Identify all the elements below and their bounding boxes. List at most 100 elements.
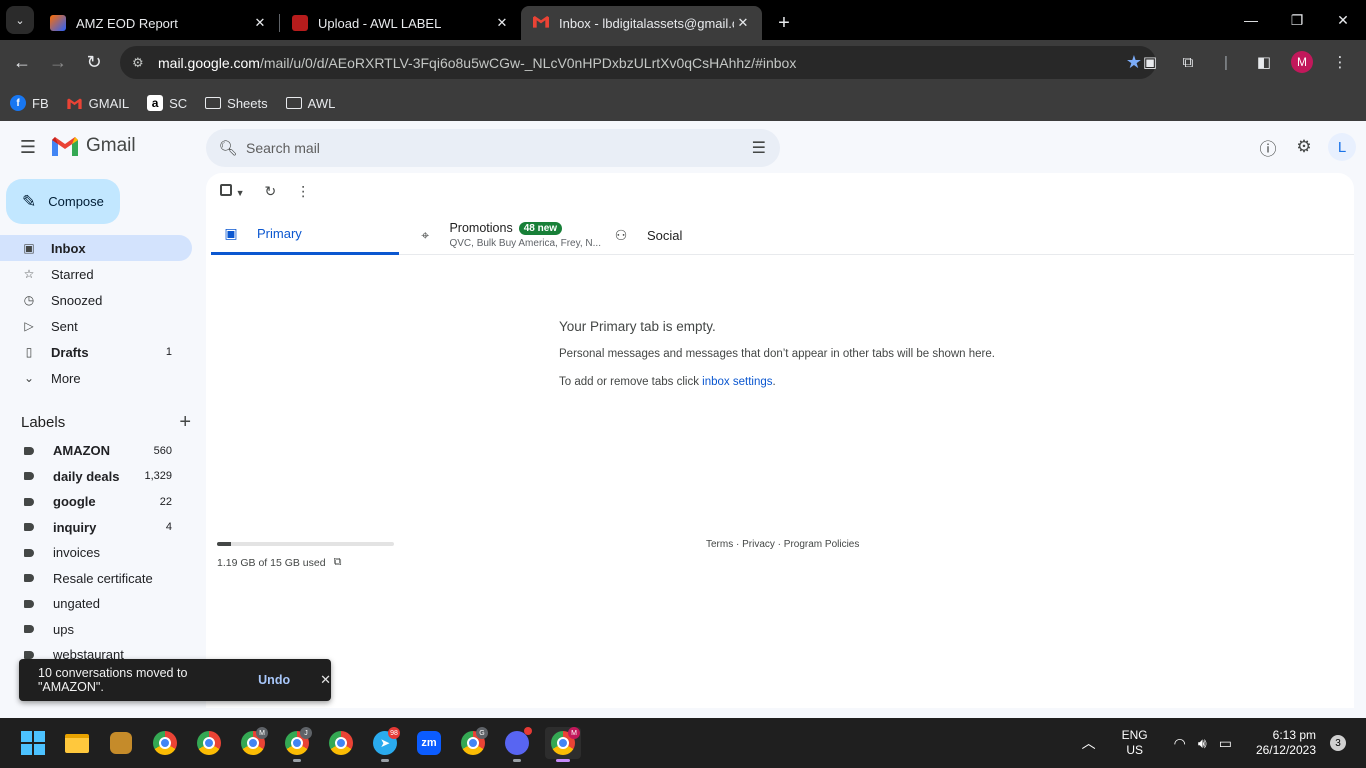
site-info-icon[interactable]: ⚙ — [132, 55, 150, 71]
side-panel-icon[interactable]: ◧ — [1248, 44, 1280, 80]
inbox-tab-icon: ▣ — [224, 225, 238, 241]
storage-text: 1.19 GB of 15 GB used — [217, 556, 326, 569]
label-item-ungated[interactable]: ungated — [0, 591, 192, 617]
close-snackbar-icon[interactable]: ✕ — [320, 672, 331, 688]
label-item-invoices[interactable]: invoices — [0, 540, 192, 566]
screenshot-icon[interactable]: ▣ — [1134, 44, 1166, 80]
gmail-favicon-icon — [533, 15, 549, 31]
browser-menu-icon[interactable]: ⋮ — [1324, 44, 1356, 80]
close-window-icon[interactable]: ✕ — [1320, 0, 1366, 40]
browser-tab-amz-eod-report[interactable]: AMZ EOD Report ✕ — [38, 6, 279, 40]
inbox-settings-link[interactable]: inbox settings — [702, 376, 772, 388]
profile-button[interactable]: M — [1286, 44, 1318, 80]
address-bar[interactable]: ⚙ mail.google.com/mail/u/0/d/AEoRXRTLV-3… — [120, 46, 1156, 79]
zoom-icon[interactable]: zm — [413, 727, 445, 759]
tab-promotions[interactable]: ⌖ Promotions 48 new QVC, Bulk Buy Americ… — [399, 215, 601, 255]
report-favicon-icon — [50, 15, 66, 31]
new-tab-icon[interactable]: + — [770, 6, 798, 40]
restore-icon[interactable]: ❐ — [1274, 0, 1320, 40]
battery-icon[interactable]: ▭ — [1219, 735, 1232, 752]
search-input[interactable] — [246, 140, 726, 156]
chrome-profile-6[interactable]: G — [457, 727, 489, 759]
tab-primary[interactable]: ▣ Primary — [211, 215, 399, 255]
tab-search-chevron-icon[interactable]: ⌄ — [6, 6, 34, 34]
bookmark-gmail[interactable]: GMAIL — [67, 95, 129, 111]
label-item-inquiry[interactable]: inquiry 4 — [0, 515, 192, 541]
label-item-daily-deals[interactable]: daily deals 1,329 — [0, 464, 192, 490]
bookmark-sheets[interactable]: Sheets — [205, 96, 268, 111]
extensions-icon[interactable]: ⧉ — [1172, 44, 1204, 80]
more-vertical-icon[interactable]: ⋮ — [296, 183, 310, 200]
sidebar-nav: ▣ Inbox ☆ Starred ◷ Snoozed ▷ Sent ▯ Dra… — [0, 235, 204, 391]
create-label-plus-icon[interactable]: + — [179, 411, 191, 434]
tab-title: AMZ EOD Report — [76, 15, 178, 31]
telegram-icon[interactable]: ➤ 98 — [369, 727, 401, 762]
language-indicator[interactable]: ENG US — [1122, 728, 1148, 758]
chrome-profile-4[interactable]: J — [281, 727, 313, 762]
open-external-icon[interactable]: ⧉ — [334, 556, 342, 569]
undo-button[interactable]: Undo — [258, 673, 290, 687]
wifi-icon[interactable]: ◠ — [1174, 735, 1186, 752]
label-item-google[interactable]: google 22 — [0, 489, 192, 515]
discord-icon[interactable] — [501, 727, 533, 762]
url-text[interactable]: mail.google.com/mail/u/0/d/AEoRXRTLV-3Fq… — [158, 55, 796, 71]
browser-tab-awl-label[interactable]: Upload - AWL LABEL ✕ — [280, 6, 521, 40]
tab-title: Inbox - lbdigitalassets@gmail.com — [559, 15, 734, 31]
draft-icon: ▯ — [25, 345, 33, 359]
footer-links[interactable]: Terms · Privacy · Program Policies — [706, 539, 859, 550]
search-options-icon[interactable]: ☰ — [752, 138, 766, 158]
start-button[interactable] — [17, 727, 49, 759]
file-explorer-icon[interactable] — [61, 727, 93, 759]
window-controls: — ❐ ✕ — [1228, 0, 1366, 40]
reload-icon[interactable]: ↻ — [76, 45, 112, 81]
back-arrow-icon[interactable]: ← — [4, 45, 40, 81]
label-item-amazon[interactable]: AMAZON 560 — [0, 438, 192, 464]
sidebar-item-starred[interactable]: ☆ Starred — [0, 261, 192, 287]
chrome-profile-2[interactable] — [193, 727, 225, 759]
main-menu-icon[interactable]: ☰ — [16, 135, 40, 159]
snackbar-message: 10 conversations moved to "AMAZON". — [38, 666, 188, 694]
chrome-profile-5[interactable] — [325, 727, 357, 759]
clock[interactable]: 6:13 pm 26/12/2023 — [1256, 728, 1316, 758]
compose-button[interactable]: ✎ Compose — [6, 179, 120, 224]
search-icon[interactable]: 🔍︎ — [210, 139, 246, 157]
close-tab-icon[interactable]: ✕ — [734, 15, 752, 31]
select-checkbox[interactable]: ▼ — [220, 183, 245, 199]
bookmark-sc[interactable]: a SC — [147, 95, 187, 111]
sidebar-item-more[interactable]: ⌄ More — [0, 365, 192, 391]
close-tab-icon[interactable]: ✕ — [251, 15, 269, 31]
sidebar-item-sent[interactable]: ▷ Sent — [0, 313, 192, 339]
sidebar-item-inbox[interactable]: ▣ Inbox — [0, 235, 192, 261]
app-icon-1[interactable] — [105, 727, 137, 759]
account-avatar[interactable]: L — [1328, 133, 1356, 161]
label-item-ups[interactable]: ups — [0, 617, 192, 643]
settings-gear-icon[interactable]: ⚙ — [1292, 131, 1316, 163]
toolbar-actions: ▣ ⧉ | ◧ M ⋮ — [1134, 44, 1356, 80]
minimize-icon[interactable]: — — [1228, 0, 1274, 40]
sidebar-item-drafts[interactable]: ▯ Drafts 1 — [0, 339, 192, 365]
gmail-logo[interactable]: Gmail — [52, 135, 136, 157]
labels-list: AMAZON 560 daily deals 1,329 google 22 i… — [0, 438, 204, 668]
volume-icon[interactable]: 🔊︎ — [1198, 735, 1207, 752]
label-tag-icon — [24, 446, 34, 455]
label-tag-icon — [24, 548, 34, 557]
chrome-profile-3[interactable]: M — [237, 727, 269, 759]
send-icon: ▷ — [24, 319, 34, 333]
notification-badge[interactable]: 3 — [1330, 735, 1346, 751]
empty-description: Personal messages and messages that don’… — [559, 348, 995, 360]
help-icon[interactable]: ⓘ — [1256, 131, 1280, 163]
chrome-profile-1[interactable] — [149, 727, 181, 759]
forward-arrow-icon[interactable]: → — [40, 45, 76, 81]
snackbar-toast: 10 conversations moved to "AMAZON". Undo… — [19, 659, 331, 701]
bookmark-awl[interactable]: AWL — [285, 96, 335, 111]
bookmark-fb[interactable]: f FB — [10, 95, 49, 111]
label-item-resale-certificate[interactable]: Resale certificate — [0, 566, 192, 592]
refresh-icon[interactable]: ↻ — [265, 183, 277, 200]
tab-social[interactable]: ⚇ Social — [601, 215, 761, 255]
close-tab-icon[interactable]: ✕ — [493, 15, 511, 31]
browser-tab-inbox[interactable]: Inbox - lbdigitalassets@gmail.com ✕ — [521, 6, 762, 40]
chrome-profile-7[interactable]: M — [545, 727, 581, 762]
show-hidden-icons-chevron-up-icon[interactable]: ︿ — [1082, 733, 1096, 753]
new-count-badge: 48 new — [518, 221, 563, 235]
sidebar-item-snoozed[interactable]: ◷ Snoozed — [0, 287, 192, 313]
